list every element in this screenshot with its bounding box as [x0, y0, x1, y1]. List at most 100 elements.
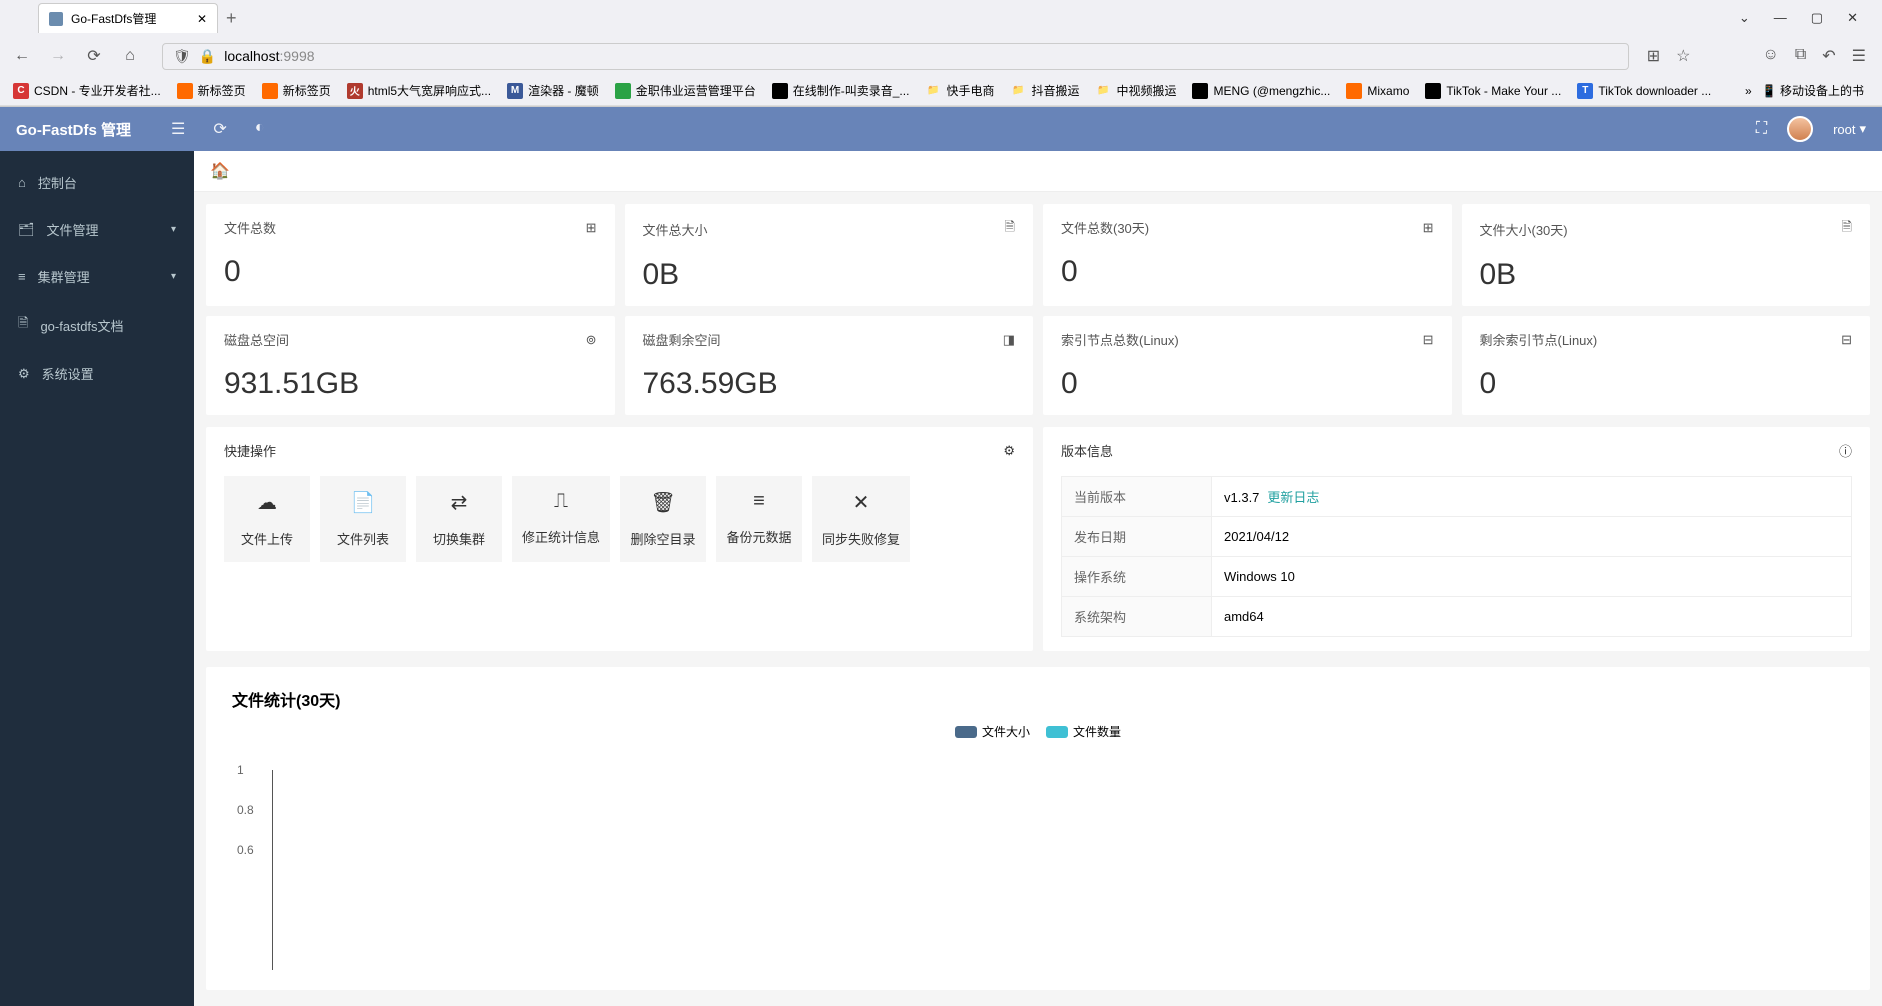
- tab-bar: Go-FastDfs管理 ✕ + ⌄ — ▢ ✕: [0, 0, 1882, 36]
- menu-icon[interactable]: ☰: [1852, 46, 1866, 66]
- bookmark-item[interactable]: TikTok - Make Your ...: [1420, 80, 1566, 102]
- stat-label: 磁盘剩余空间: [643, 330, 721, 349]
- changelog-link[interactable]: 更新日志: [1267, 490, 1319, 505]
- sidebar-item-doc[interactable]: 🗎go-fastdfs文档: [0, 300, 194, 350]
- avatar[interactable]: [1787, 116, 1813, 142]
- calc-icon: ⊞: [586, 220, 597, 236]
- theme-icon[interactable]: ◐: [255, 119, 265, 139]
- fullscreen-icon[interactable]: ⛶: [1756, 120, 1767, 138]
- user-menu[interactable]: root ▾: [1833, 121, 1866, 137]
- bookmark-icon: [1192, 83, 1208, 99]
- dropdown-icon[interactable]: ⌄: [1739, 10, 1750, 26]
- account-icon[interactable]: ☺: [1762, 46, 1778, 66]
- home-button[interactable]: ⌂: [116, 42, 144, 70]
- undo-icon[interactable]: ↶: [1822, 46, 1835, 66]
- bookmark-item[interactable]: TTikTok downloader ...: [1572, 80, 1716, 102]
- panel-title: 快捷操作: [224, 441, 276, 460]
- bookmark-star-icon[interactable]: ☆: [1676, 46, 1690, 66]
- y-tick-label: 1: [237, 763, 244, 777]
- close-window-icon[interactable]: ✕: [1847, 10, 1858, 26]
- stat-value: 763.59GB: [643, 367, 1016, 401]
- bookmark-icon: [177, 83, 193, 99]
- reload-button[interactable]: ⟳: [80, 42, 108, 70]
- refresh-icon[interactable]: ⟳: [213, 119, 226, 139]
- gear-icon[interactable]: ⚙: [1003, 443, 1015, 459]
- bookmark-item[interactable]: 📁 抖音搬运: [1005, 79, 1084, 102]
- filesize-icon: 🗎: [1842, 218, 1852, 240]
- sidebar-item-file[interactable]: 🗂文件管理▾: [0, 206, 194, 253]
- sidebar-item-dashboard[interactable]: ⌂控制台: [0, 159, 194, 206]
- tab-close-icon[interactable]: ✕: [197, 12, 207, 26]
- back-button[interactable]: ←: [8, 42, 36, 70]
- file-icon: 🗂: [18, 222, 35, 238]
- row-key: 当前版本: [1062, 477, 1212, 517]
- bookmark-item[interactable]: 在线制作-叫卖录音_...: [767, 79, 915, 102]
- bookmark-label: 金职伟业运营管理平台: [636, 82, 756, 99]
- row-value: v1.3.7更新日志: [1212, 477, 1852, 517]
- bookmark-label: 新标签页: [198, 82, 246, 99]
- window-controls: ⌄ — ▢ ✕: [1739, 10, 1874, 26]
- quick-action-trash[interactable]: 🗑删除空目录: [620, 476, 706, 562]
- quick-action-repair[interactable]: ✕同步失败修复: [812, 476, 910, 562]
- tab-title: Go-FastDfs管理: [71, 10, 156, 27]
- mobile-folder-icon: 📱: [1762, 84, 1777, 98]
- legend-item[interactable]: 文件数量: [1046, 723, 1121, 740]
- bookmarks-overflow[interactable]: » 📱 移动设备上的书: [1735, 82, 1874, 99]
- minimize-icon[interactable]: —: [1774, 10, 1787, 26]
- bookmark-item[interactable]: M 渲染器 - 魔顿: [502, 79, 604, 102]
- bookmark-icon: 火: [347, 83, 363, 99]
- sidebar-item-settings[interactable]: ⚙系统设置: [0, 350, 194, 397]
- table-row: 操作系统Windows 10: [1062, 557, 1852, 597]
- quick-action-label: 修正统计信息: [522, 527, 600, 546]
- quick-action-file-list[interactable]: 📄文件列表: [320, 476, 406, 562]
- disk-icon: ⊚: [586, 332, 597, 348]
- legend-label: 文件数量: [1073, 723, 1121, 740]
- quick-action-stats[interactable]: ⎍修正统计信息: [512, 476, 610, 562]
- quick-action-switch[interactable]: ⇄切换集群: [416, 476, 502, 562]
- shield-icon: 🛡: [173, 48, 191, 65]
- bookmark-icon: [772, 83, 788, 99]
- maximize-icon[interactable]: ▢: [1811, 10, 1823, 26]
- bookmark-item[interactable]: 新标签页: [257, 79, 336, 102]
- browser-tab[interactable]: Go-FastDfs管理 ✕: [38, 3, 218, 33]
- bookmark-item[interactable]: 📁中视频搬运: [1090, 79, 1181, 102]
- bookmark-label: 抖音搬运: [1031, 82, 1079, 99]
- bookmark-item[interactable]: 📁快手电商: [920, 79, 999, 102]
- sidebar-item-label: 控制台: [38, 173, 77, 192]
- bookmark-label: 渲染器 - 魔顿: [528, 82, 599, 99]
- bookmark-icon: 📁: [1010, 83, 1026, 99]
- forward-button[interactable]: →: [44, 42, 72, 70]
- bookmark-icon: M: [507, 83, 523, 99]
- calc-icon: ⊞: [1423, 220, 1434, 236]
- bookmark-label: Mixamo: [1367, 84, 1409, 98]
- qr-icon[interactable]: ⊞: [1647, 46, 1660, 66]
- legend-item[interactable]: 文件大小: [955, 723, 1030, 740]
- quick-action-backup[interactable]: ≡备份元数据: [716, 476, 802, 562]
- sidebar-item-cluster[interactable]: ≡集群管理▾: [0, 253, 194, 300]
- stats-grid: 文件总数⊞0文件总大小🗎0B文件总数(30天)⊞0文件大小(30天)🗎0B磁盘总…: [206, 204, 1870, 415]
- new-tab-button[interactable]: +: [226, 8, 237, 29]
- backup-icon: ≡: [753, 490, 765, 513]
- bookmark-item[interactable]: CCSDN - 专业开发者社...: [8, 79, 166, 102]
- legend-label: 文件大小: [982, 723, 1030, 740]
- info-icon[interactable]: ⓘ: [1839, 441, 1852, 460]
- extensions-icon[interactable]: ⧉: [1795, 46, 1806, 66]
- stat-card: 文件总数⊞0: [206, 204, 615, 306]
- url-input[interactable]: 🛡 🔒 localhost:9998: [162, 43, 1629, 70]
- row-key: 系统架构: [1062, 597, 1212, 637]
- bookmark-item[interactable]: 新标签页: [172, 79, 251, 102]
- y-tick-label: 0.8: [237, 803, 254, 817]
- quick-action-label: 文件上传: [241, 529, 293, 548]
- bookmark-item[interactable]: 火html5大气宽屏响应式...: [342, 79, 496, 102]
- bookmark-item[interactable]: MENG (@mengzhic...: [1187, 80, 1335, 102]
- bookmark-item[interactable]: 金职伟业运营管理平台: [610, 79, 761, 102]
- url-host: localhost: [224, 48, 279, 64]
- collapse-sidebar-icon[interactable]: ☰: [171, 119, 185, 139]
- home-icon[interactable]: 🏠: [210, 163, 230, 180]
- stat-value: 0: [1480, 367, 1853, 401]
- sidebar-item-label: 文件管理: [47, 220, 99, 239]
- sidebar: ⌂控制台🗂文件管理▾≡集群管理▾🗎go-fastdfs文档⚙系统设置: [0, 151, 194, 1006]
- tab-favicon-icon: [49, 12, 63, 26]
- bookmark-item[interactable]: Mixamo: [1341, 80, 1414, 102]
- quick-action-cloud-upload[interactable]: ☁文件上传: [224, 476, 310, 562]
